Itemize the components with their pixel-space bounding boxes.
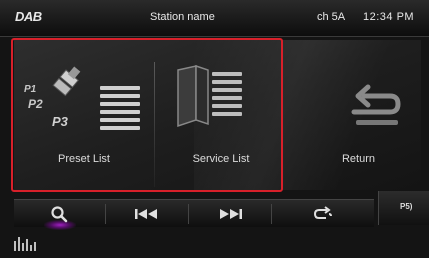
service-list-label: Service List — [192, 153, 250, 165]
return-label: Return — [341, 153, 376, 165]
equalizer-button[interactable] — [12, 231, 38, 253]
repeat-button[interactable] — [273, 200, 373, 227]
control-bar — [14, 199, 374, 230]
preset-icon-p1: P1 — [24, 84, 37, 95]
source-label: DAB — [15, 9, 42, 24]
status-bar: DAB Station name ch 5A 12:34 PM — [0, 0, 429, 37]
list-menu-panel: P1 P2 P3 Preset List Service List Return — [14, 40, 424, 190]
skip-forward-icon — [220, 208, 242, 219]
clock: 12:34 PM — [363, 11, 415, 23]
return-icon — [351, 84, 401, 125]
skip-back-icon — [135, 208, 157, 219]
equalizer-icon — [14, 237, 36, 251]
previous-track-button[interactable] — [107, 200, 187, 227]
preset-indicator-label: P5) — [400, 202, 413, 211]
service-list-icon — [177, 64, 242, 128]
return-button[interactable]: Return — [296, 40, 421, 190]
preset-list-button[interactable]: P1 P2 P3 Preset List — [14, 40, 154, 190]
preset-icon-p2: P2 — [28, 97, 43, 111]
preset-list-label: Preset List — [58, 153, 110, 165]
repeat-icon — [313, 205, 332, 219]
station-name: Station name — [150, 11, 215, 23]
next-track-button[interactable] — [190, 200, 270, 227]
service-list-button[interactable]: Service List — [156, 40, 286, 190]
preset-list-icon: P1 P2 P3 — [24, 66, 140, 130]
preset-indicator[interactable]: P5) — [378, 191, 429, 225]
channel-label: ch 5A — [317, 11, 346, 23]
preset-icon-p3: P3 — [52, 114, 69, 129]
search-icon — [51, 205, 68, 222]
search-button[interactable] — [14, 200, 104, 227]
